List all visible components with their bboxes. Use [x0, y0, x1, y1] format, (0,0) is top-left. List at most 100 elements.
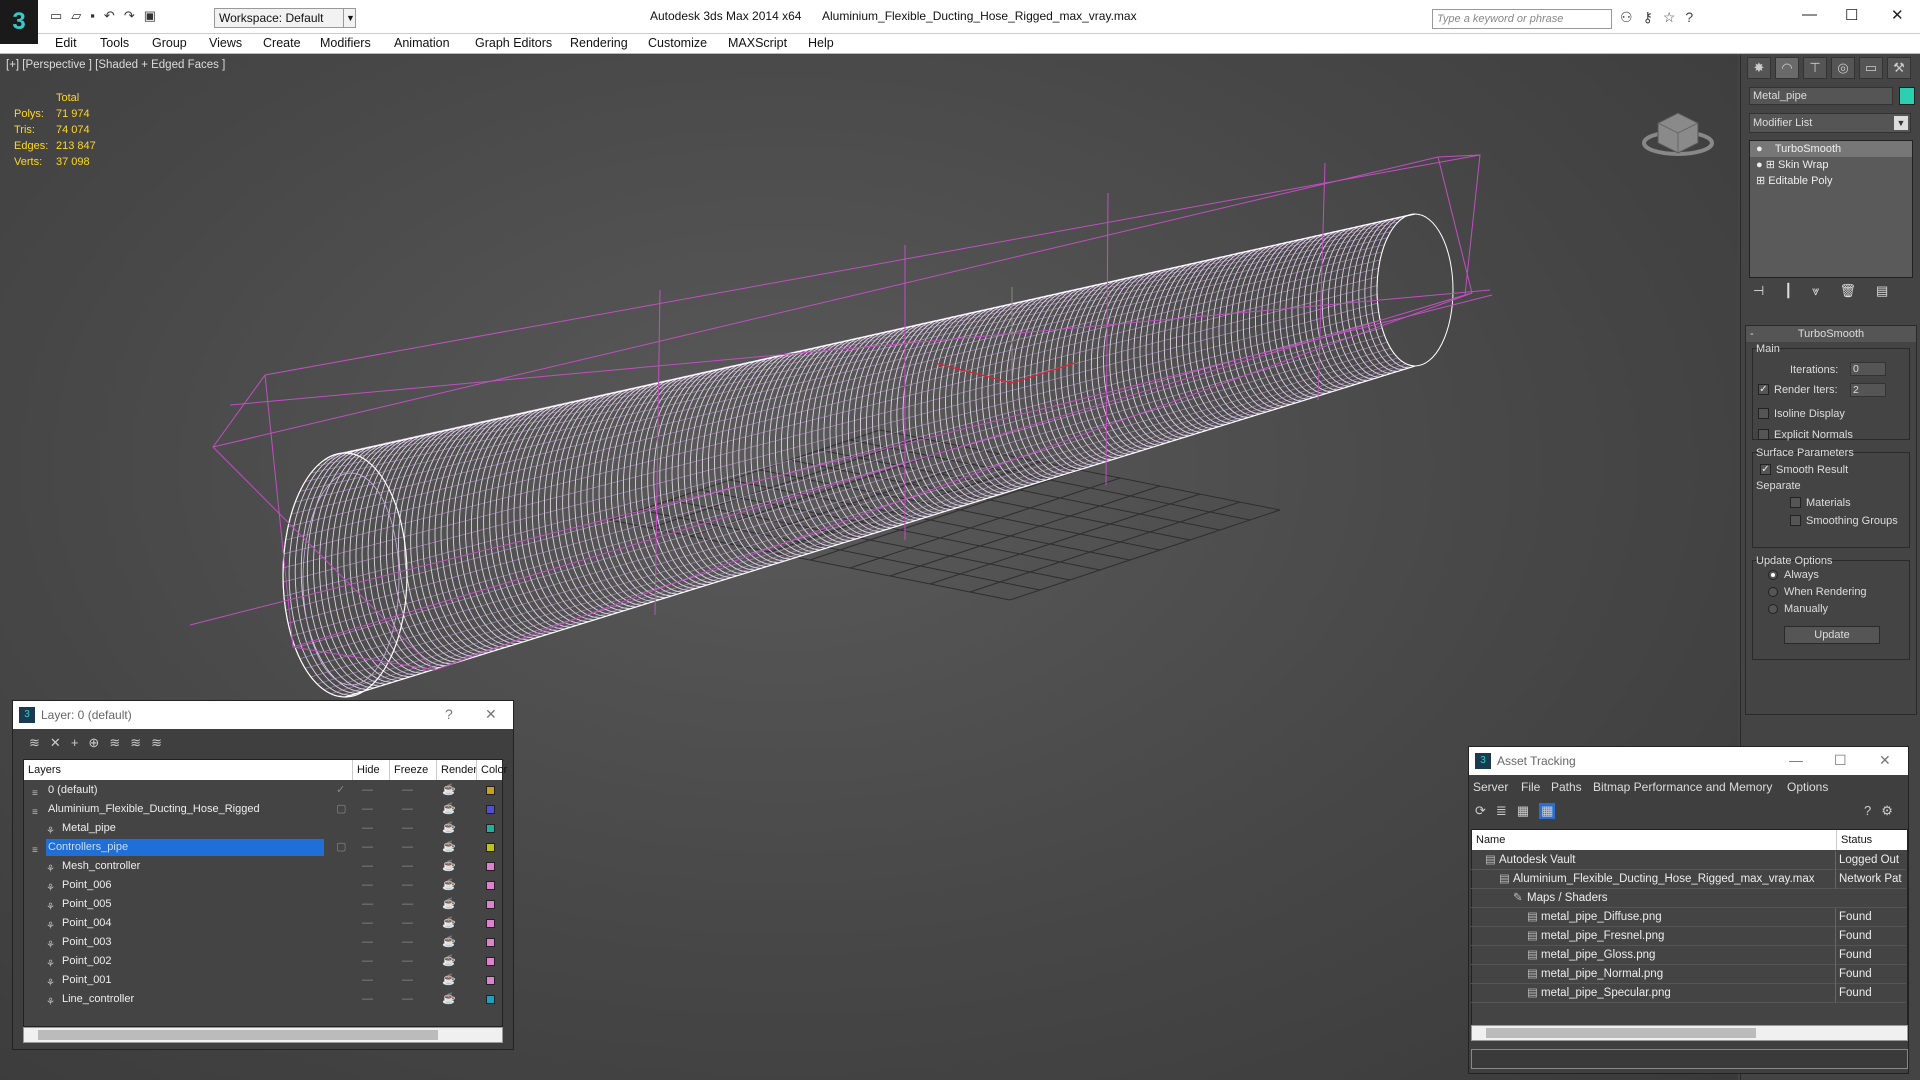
- redo-icon[interactable]: ↷: [124, 8, 135, 24]
- layer-row[interactable]: ⚘ Mesh_controller — — ☕: [24, 857, 504, 876]
- layer-dialog-help-button[interactable]: ?: [445, 706, 453, 722]
- layer-row[interactable]: ⚘ Point_004— — ☕: [24, 914, 504, 933]
- list-view-icon[interactable]: ≣: [1496, 803, 1507, 819]
- hide-toggle[interactable]: —: [362, 933, 373, 952]
- object-name-field[interactable]: Metal_pipe: [1749, 87, 1893, 105]
- layer-color-swatch[interactable]: [486, 957, 495, 966]
- asset-row[interactable]: ▤ metal_pipe_Specular.png Found: [1471, 984, 1906, 1003]
- layer-color-swatch[interactable]: [486, 900, 495, 909]
- menu-animation[interactable]: Animation: [394, 36, 450, 50]
- col-layers[interactable]: Layers: [28, 760, 61, 780]
- layer-dialog-close-button[interactable]: ✕: [485, 706, 497, 723]
- layer-color-swatch[interactable]: [486, 938, 495, 947]
- modify-tab-icon[interactable]: ◠: [1775, 57, 1799, 79]
- modifier-list-dropdown[interactable]: Modifier List ▼: [1749, 113, 1911, 133]
- layer-check[interactable]: ▢: [336, 800, 346, 819]
- asset-menu-server[interactable]: Server: [1473, 780, 1508, 794]
- materials-checkbox[interactable]: [1790, 497, 1801, 508]
- display-tab-icon[interactable]: ▭: [1859, 57, 1883, 79]
- render-teapot-icon[interactable]: ☕: [442, 838, 456, 857]
- freeze-toggle[interactable]: —: [402, 819, 413, 838]
- add-to-layer-icon[interactable]: +: [71, 735, 79, 751]
- explicit-normals-checkbox[interactable]: [1758, 429, 1769, 440]
- refresh-icon[interactable]: ⟳: [1475, 803, 1486, 819]
- asset-path-field[interactable]: [1471, 1049, 1908, 1069]
- menu-customize[interactable]: Customize: [648, 36, 707, 50]
- render-teapot-icon[interactable]: ☕: [442, 952, 456, 971]
- render-teapot-icon[interactable]: ☕: [442, 895, 456, 914]
- highlight-layer-icon[interactable]: ≋: [109, 735, 120, 751]
- asset-row[interactable]: ▤ metal_pipe_Gloss.png Found: [1471, 946, 1906, 965]
- update-button[interactable]: Update: [1784, 626, 1880, 644]
- stack-item-skinwrap[interactable]: ● ⊞ Skin Wrap: [1750, 157, 1912, 173]
- close-button[interactable]: ✕: [1891, 6, 1904, 24]
- show-end-result-icon[interactable]: ┃: [1784, 283, 1792, 299]
- asset-row[interactable]: ▤ metal_pipe_Normal.png Found: [1471, 965, 1906, 984]
- binoculars-icon[interactable]: ⚇: [1620, 9, 1633, 26]
- render-teapot-icon[interactable]: ☕: [442, 819, 456, 838]
- layer-row[interactable]: ≡ Controllers_pipe ▢ — — ☕: [24, 838, 504, 857]
- rollout-title[interactable]: - TurboSmooth: [1746, 326, 1916, 342]
- app-logo[interactable]: 3: [0, 0, 38, 44]
- utilities-tab-icon[interactable]: ⚒: [1887, 57, 1911, 79]
- freeze-toggle[interactable]: —: [402, 933, 413, 952]
- layer-color-swatch[interactable]: [486, 805, 495, 814]
- select-in-layer-icon[interactable]: ⊕: [88, 735, 99, 751]
- menu-rendering[interactable]: Rendering: [570, 36, 628, 50]
- render-iters-checkbox[interactable]: ✓: [1758, 384, 1769, 395]
- freeze-toggle[interactable]: —: [402, 876, 413, 895]
- asset-menu-paths[interactable]: Paths: [1551, 780, 1582, 794]
- project-icon[interactable]: ▣: [144, 8, 156, 24]
- table-view-icon[interactable]: ▦: [1539, 803, 1556, 819]
- freeze-toggle[interactable]: —: [402, 895, 413, 914]
- delete-layer-icon[interactable]: ✕: [50, 735, 61, 751]
- freeze-toggle[interactable]: —: [402, 990, 413, 1009]
- menu-views[interactable]: Views: [209, 36, 242, 50]
- layer-color-swatch[interactable]: [486, 995, 495, 1004]
- motion-tab-icon[interactable]: ◎: [1831, 57, 1855, 79]
- asset-row[interactable]: ▤ Autodesk Vault Logged Out: [1471, 851, 1906, 870]
- viewcube-icon[interactable]: [1642, 112, 1714, 156]
- hide-toggle[interactable]: —: [362, 781, 373, 800]
- layer-row[interactable]: ⚘ Point_006— — ☕: [24, 876, 504, 895]
- asset-menu-file[interactable]: File: [1521, 780, 1540, 794]
- render-teapot-icon[interactable]: ☕: [442, 990, 456, 1009]
- hide-toggle[interactable]: —: [362, 800, 373, 819]
- star-icon[interactable]: ☆: [1663, 9, 1676, 26]
- col-status[interactable]: Status: [1836, 830, 1872, 850]
- render-teapot-icon[interactable]: ☕: [442, 876, 456, 895]
- freeze-toggle[interactable]: —: [402, 914, 413, 933]
- stack-item-turbosmooth[interactable]: ● TurboSmooth: [1750, 141, 1912, 157]
- hide-toggle[interactable]: —: [362, 952, 373, 971]
- layer-row[interactable]: ⚘ Point_001— — ☕: [24, 971, 504, 990]
- menu-help[interactable]: Help: [808, 36, 834, 50]
- make-unique-icon[interactable]: ⩔: [1812, 283, 1819, 299]
- menu-modifiers[interactable]: Modifiers: [320, 36, 371, 50]
- col-render[interactable]: Render: [436, 760, 477, 780]
- layer-check[interactable]: ✓: [336, 781, 345, 800]
- render-teapot-icon[interactable]: ☕: [442, 857, 456, 876]
- iterations-spinner[interactable]: 0: [1850, 362, 1886, 376]
- configure-sets-icon[interactable]: ▤: [1876, 283, 1888, 299]
- freeze-toggle[interactable]: —: [402, 857, 413, 876]
- asset-menu-options[interactable]: Options: [1787, 780, 1828, 794]
- hide-toggle[interactable]: —: [362, 838, 373, 857]
- col-name[interactable]: Name: [1476, 830, 1505, 850]
- chevron-down-icon[interactable]: ▼: [343, 8, 357, 28]
- col-freeze[interactable]: Freeze: [389, 760, 428, 780]
- smoothing-groups-checkbox[interactable]: [1790, 515, 1801, 526]
- menu-graph-editors[interactable]: Graph Editors: [475, 36, 552, 50]
- create-tab-icon[interactable]: ✸: [1747, 57, 1771, 79]
- search-input[interactable]: Type a keyword or phrase: [1432, 9, 1612, 29]
- layer-color-swatch[interactable]: [486, 881, 495, 890]
- asset-row[interactable]: ▤ metal_pipe_Fresnel.png Found: [1471, 927, 1906, 946]
- freeze-toggle[interactable]: —: [402, 781, 413, 800]
- menu-tools[interactable]: Tools: [100, 36, 129, 50]
- maximize-button[interactable]: ☐: [1845, 6, 1858, 24]
- asset-close-button[interactable]: ✕: [1879, 752, 1891, 769]
- menu-create[interactable]: Create: [263, 36, 301, 50]
- hide-toggle[interactable]: —: [362, 914, 373, 933]
- undo-icon[interactable]: ↶: [104, 8, 115, 24]
- layer-row[interactable]: ⚘ Point_003— — ☕: [24, 933, 504, 952]
- key-icon[interactable]: ⚷: [1643, 9, 1653, 26]
